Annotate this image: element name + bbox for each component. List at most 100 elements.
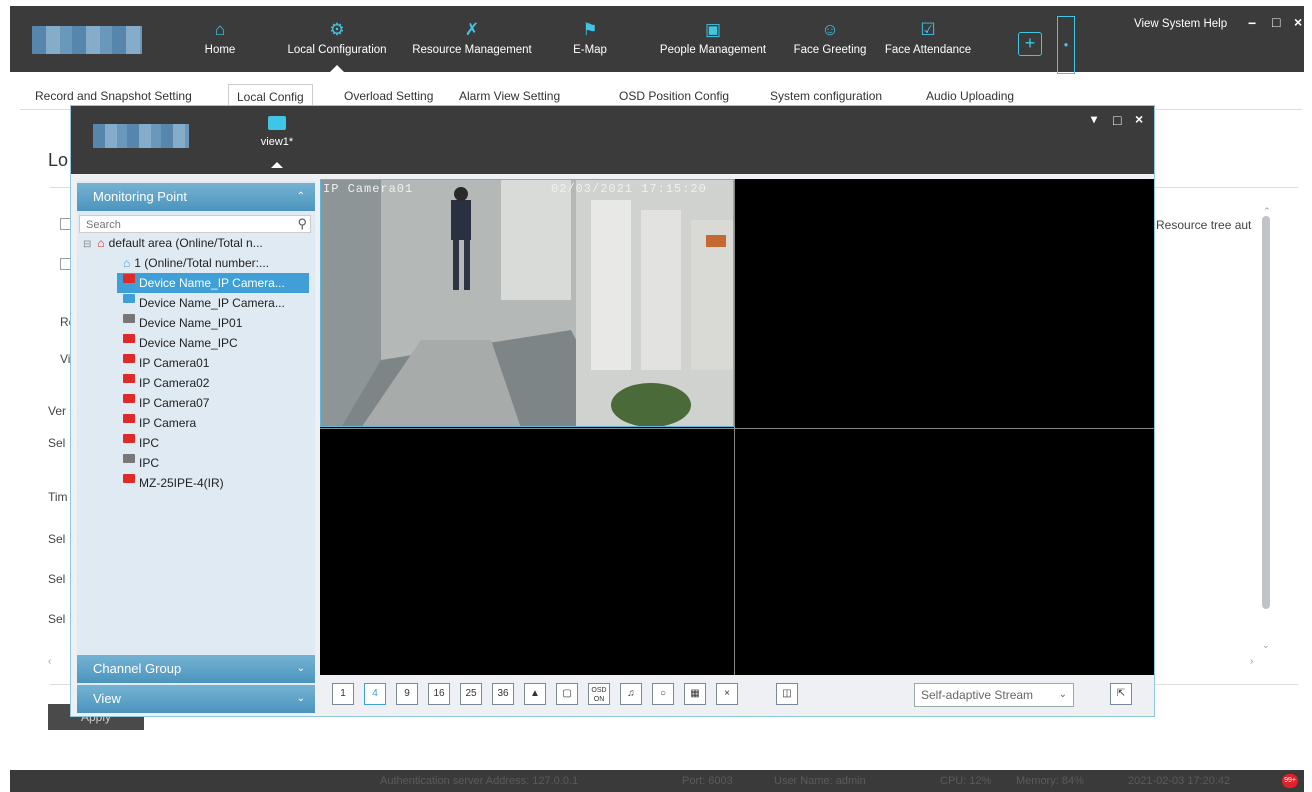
camera-icon (123, 434, 135, 443)
layout-custom-icon[interactable]: ◫ (776, 683, 798, 705)
face-scan-icon: ☺ (821, 20, 839, 39)
auth-server-status: Authentication server Address: 127.0.0.1 (380, 775, 579, 787)
nav-e-map[interactable]: ⚑ E-Map (565, 6, 615, 72)
scroll-down-icon[interactable]: ⌄ (1262, 640, 1270, 651)
tree-item-device[interactable]: IP Camera07 (123, 393, 209, 413)
audio-icon[interactable]: ♫ (620, 683, 642, 705)
layout-4-button[interactable]: 4 (364, 683, 386, 705)
memory-status: Memory: 84% (1016, 775, 1084, 787)
nav-local-configuration[interactable]: ⚙ Local Configuration (272, 6, 402, 72)
scrollbar[interactable] (1262, 216, 1270, 609)
row-label: Sel (48, 572, 66, 586)
nav-resource-management[interactable]: ✗ Resource Management (402, 6, 542, 72)
layout-25-button[interactable]: 25 (460, 683, 482, 705)
fullscreen-icon[interactable]: ⇱ (1110, 683, 1132, 705)
row-label: Sel (48, 532, 66, 546)
layout-16-button[interactable]: 16 (428, 683, 450, 705)
nav-face-attendance[interactable]: ☑ Face Attendance (878, 6, 978, 72)
tree-item-device[interactable]: IPC (123, 453, 159, 473)
app-logo (32, 26, 142, 54)
tree-item-device[interactable]: IP Camera (123, 413, 196, 433)
layout-36-button[interactable]: 36 (492, 683, 514, 705)
close-button[interactable]: × (1294, 14, 1302, 30)
camera-icon (123, 314, 135, 323)
camera-icon (268, 116, 286, 130)
camera-icon (123, 454, 135, 463)
view-header[interactable]: View ⌄ (77, 685, 315, 713)
stream-select[interactable]: Self-adaptive Stream ⌄ (914, 683, 1074, 707)
channel-group-header[interactable]: Channel Group ⌄ (77, 655, 315, 683)
video-cell-2[interactable] (736, 179, 1154, 427)
tree-item-area-1[interactable]: ⌂ 1 (Online/Total number:... (123, 253, 269, 273)
tree-item-label: Device Name_IP01 (139, 316, 243, 330)
monitoring-point-header[interactable]: Monitoring Point ⌃ (77, 183, 315, 211)
search-input[interactable] (84, 217, 288, 233)
tree-item-device[interactable]: MZ-25IPE-4(IR) (123, 473, 224, 493)
camera-icon (123, 294, 135, 303)
more-nav-button[interactable]: ● (1057, 16, 1075, 74)
camera-icon (123, 374, 135, 383)
tree-item-device[interactable]: Device Name_IP Camera... (123, 293, 285, 313)
chevron-right-icon[interactable]: › (1250, 656, 1253, 667)
row-label: Sel (48, 612, 66, 626)
plus-icon: + (1024, 33, 1036, 53)
stream-select-value: Self-adaptive Stream (921, 688, 1034, 702)
camera-icon (123, 414, 135, 423)
tree-item-device[interactable]: Device Name_IP Camera... (117, 273, 309, 293)
dropdown-button[interactable]: ▾ (1091, 112, 1097, 126)
collapse-icon[interactable]: ⊟ (83, 239, 91, 250)
tree-item-device[interactable]: Device Name_IP01 (123, 313, 242, 333)
row-label: Ver (48, 404, 67, 418)
tree-item-label: 1 (Online/Total number:... (134, 256, 269, 270)
close-button[interactable]: × (1135, 111, 1143, 127)
tab-view1[interactable]: view1* (257, 116, 297, 168)
maximize-button[interactable]: □ (1113, 112, 1121, 128)
chevron-left-icon[interactable]: ‹ (48, 656, 51, 667)
camera-icon (123, 394, 135, 403)
snapshot-icon[interactable]: ▦ (684, 683, 706, 705)
chevron-down-icon: ⌄ (296, 663, 305, 674)
tree-item-label: Device Name_IP Camera... (139, 296, 285, 310)
osd-camera-name: IP Camera01 (323, 182, 414, 196)
grid-divider (320, 428, 1154, 429)
minimize-button[interactable]: − (1248, 15, 1256, 31)
search-box: ⚲ (79, 215, 311, 233)
video-cell-3[interactable] (320, 429, 734, 675)
datetime-status: 2021-02-03 17:20:42 (1128, 775, 1231, 787)
layout-1-button[interactable]: 1 (332, 683, 354, 705)
nav-people-management[interactable]: ▣ People Management (648, 6, 778, 72)
close-all-icon[interactable]: × (716, 683, 738, 705)
tree-item-device[interactable]: IP Camera02 (123, 373, 209, 393)
camera-icon (123, 274, 135, 283)
tree-item-default-area[interactable]: ⊟ ⌂ default area (Online/Total n... (83, 233, 263, 253)
nav-resource-management-label: Resource Management (412, 44, 532, 56)
osd-toggle-button[interactable]: OSD ON (588, 683, 610, 705)
osd-timestamp: 02/03/2021 17:15:20 (551, 182, 707, 196)
view-label: View (93, 691, 121, 706)
more-layouts-icon[interactable]: ▲ (524, 683, 546, 705)
video-cell-1[interactable]: IP Camera01 02/03/2021 17:15:20 (320, 179, 734, 427)
search-icon[interactable]: ⚲ (297, 216, 307, 232)
video-cell-4[interactable] (736, 429, 1154, 675)
calendar-check-icon: ☑ (920, 20, 936, 39)
folder-person-icon: ▣ (704, 20, 722, 39)
lock-icon[interactable]: ○ (652, 683, 674, 705)
layout-9-button[interactable]: 9 (396, 683, 418, 705)
tree-item-device[interactable]: IPC (123, 433, 159, 453)
nav-face-greeting[interactable]: ☺ Face Greeting (780, 6, 880, 72)
nav-e-map-label: E-Map (573, 44, 607, 56)
video-grid: IP Camera01 02/03/2021 17:15:20 (320, 179, 1154, 675)
fullscreen-cell-icon[interactable]: ▢ (556, 683, 578, 705)
add-tab-button[interactable]: + (1018, 32, 1042, 56)
system-menu[interactable]: View System Help (1134, 18, 1227, 30)
nav-home[interactable]: ⌂ Home (195, 6, 245, 72)
tree-item-label: Device Name_IP Camera... (139, 276, 285, 290)
nav-face-greeting-label: Face Greeting (793, 44, 867, 56)
tree-item-device[interactable]: IP Camera01 (123, 353, 209, 373)
camera-icon (123, 354, 135, 363)
notification-badge[interactable]: 99+ (1282, 774, 1298, 788)
tree-item-device[interactable]: Device Name_IPC (123, 333, 238, 353)
monitoring-point-label: Monitoring Point (93, 189, 187, 204)
top-bar: ⌂ Home ⚙ Local Configuration ✗ Resource … (10, 6, 1304, 74)
maximize-button[interactable]: □ (1272, 14, 1280, 30)
